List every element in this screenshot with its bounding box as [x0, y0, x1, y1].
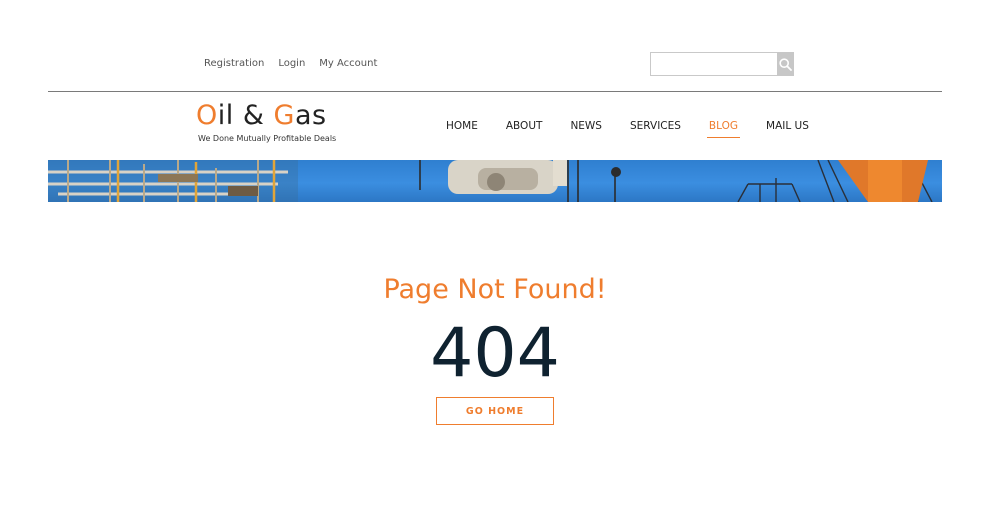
- logo-letter-o: O: [196, 100, 218, 131]
- nav-news[interactable]: NEWS: [570, 120, 602, 138]
- nav-home[interactable]: HOME: [446, 120, 478, 138]
- industrial-banner-graphic: [48, 160, 933, 202]
- page: Registration Login My Account Oil & Gas …: [0, 0, 990, 520]
- login-link[interactable]: Login: [278, 58, 305, 69]
- nav-about[interactable]: ABOUT: [506, 120, 543, 138]
- search-icon: [779, 57, 792, 71]
- header-banner-image: [48, 160, 942, 202]
- nav-blog[interactable]: BLOG: [706, 120, 741, 138]
- nav-mail-us[interactable]: MAIL US: [766, 120, 809, 138]
- logo-letter-g: G: [273, 100, 295, 131]
- logo[interactable]: Oil & Gas We Done Mutually Profitable De…: [196, 101, 337, 144]
- my-account-link[interactable]: My Account: [319, 58, 377, 69]
- logo-tagline: We Done Mutually Profitable Deals: [198, 134, 337, 143]
- search-button[interactable]: [777, 52, 794, 76]
- search-box: [650, 52, 794, 76]
- main-nav: HOME ABOUT NEWS SERVICES BLOG MAIL US: [446, 120, 837, 138]
- registration-link[interactable]: Registration: [204, 58, 264, 69]
- go-home-button[interactable]: GO HOME: [436, 397, 554, 425]
- logo-text-1: il &: [217, 100, 274, 131]
- logo-title: Oil & Gas: [196, 101, 336, 131]
- top-links: Registration Login My Account: [204, 58, 377, 69]
- header-divider: [48, 91, 942, 92]
- nav-services[interactable]: SERVICES: [630, 120, 681, 138]
- search-input[interactable]: [650, 52, 777, 76]
- logo-text-2: as: [294, 100, 327, 131]
- page-not-found-title: Page Not Found!: [383, 274, 607, 305]
- error-code: 404: [430, 314, 560, 393]
